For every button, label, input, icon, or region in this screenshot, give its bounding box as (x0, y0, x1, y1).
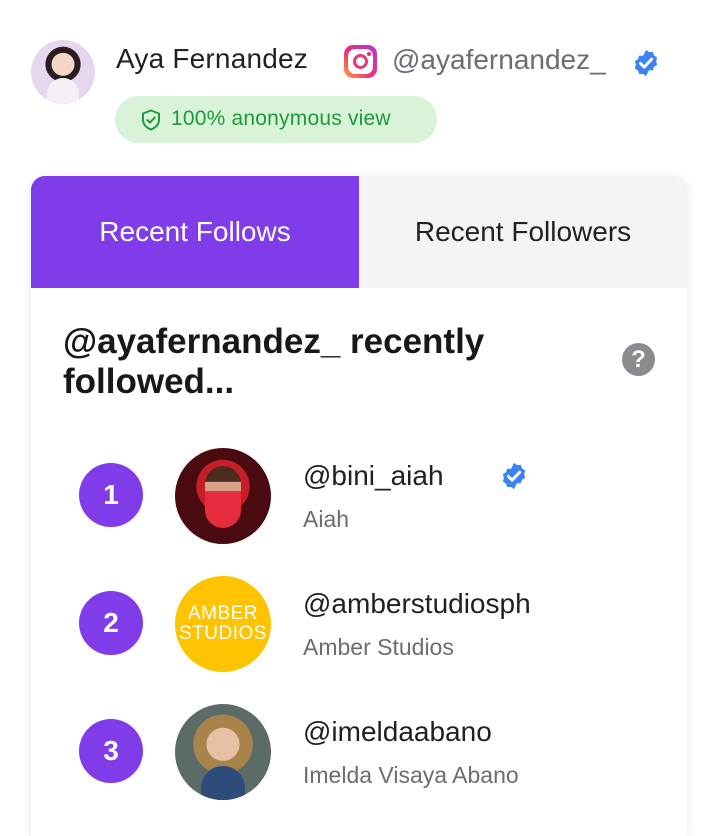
section-title: @ayafernandez_ recently followed... (63, 322, 485, 401)
verified-badge-icon (634, 49, 658, 77)
follow-name: Aiah (303, 506, 350, 532)
list-item[interactable]: 1 @bini_aiah Aiah (31, 448, 687, 558)
avatar[interactable]: AMBER STUDIOS (175, 576, 271, 672)
profile-handle[interactable]: @ayafernandez_ (392, 44, 606, 76)
tab-recent-follows[interactable]: Recent Follows (31, 176, 359, 288)
list-item[interactable]: 2 AMBER STUDIOS @amberstudiosph Amber St… (31, 576, 687, 686)
follow-handle[interactable]: @bini_aiah (303, 460, 444, 492)
follow-name: Imelda Visaya Abano (303, 762, 519, 788)
follow-handle[interactable]: @imeldaabano (303, 716, 492, 748)
avatar[interactable] (175, 704, 271, 800)
avatar-logo-text: AMBER (187, 603, 259, 624)
follow-handle[interactable]: @amberstudiosph (303, 588, 531, 620)
anonymous-view-label: 100% anonymous view (171, 107, 391, 130)
follow-name: Amber Studios (303, 634, 454, 660)
list-item[interactable]: 3 @imeldaabano Imelda Visaya Abano (31, 704, 687, 814)
help-icon[interactable]: ? (622, 343, 655, 376)
avatar[interactable] (175, 448, 271, 544)
shield-check-icon (142, 109, 160, 131)
rank-badge: 3 (79, 719, 143, 783)
rank-badge: 1 (79, 463, 143, 527)
anonymous-view-badge: 100% anonymous view (115, 96, 437, 143)
profile-header: Aya Fernandez @ayafernandez_ 100% anonym… (0, 0, 719, 170)
tab-bar: Recent Follows Recent Followers (31, 176, 687, 288)
follows-card: Recent Follows Recent Followers @ayafern… (31, 176, 687, 836)
profile-avatar[interactable] (31, 40, 95, 104)
verified-badge-icon (502, 462, 526, 490)
instagram-icon[interactable] (344, 45, 377, 78)
profile-name: Aya Fernandez (116, 43, 308, 74)
avatar-logo-text: STUDIOS (179, 623, 267, 644)
rank-badge: 2 (79, 591, 143, 655)
tab-recent-followers[interactable]: Recent Followers (359, 176, 687, 288)
